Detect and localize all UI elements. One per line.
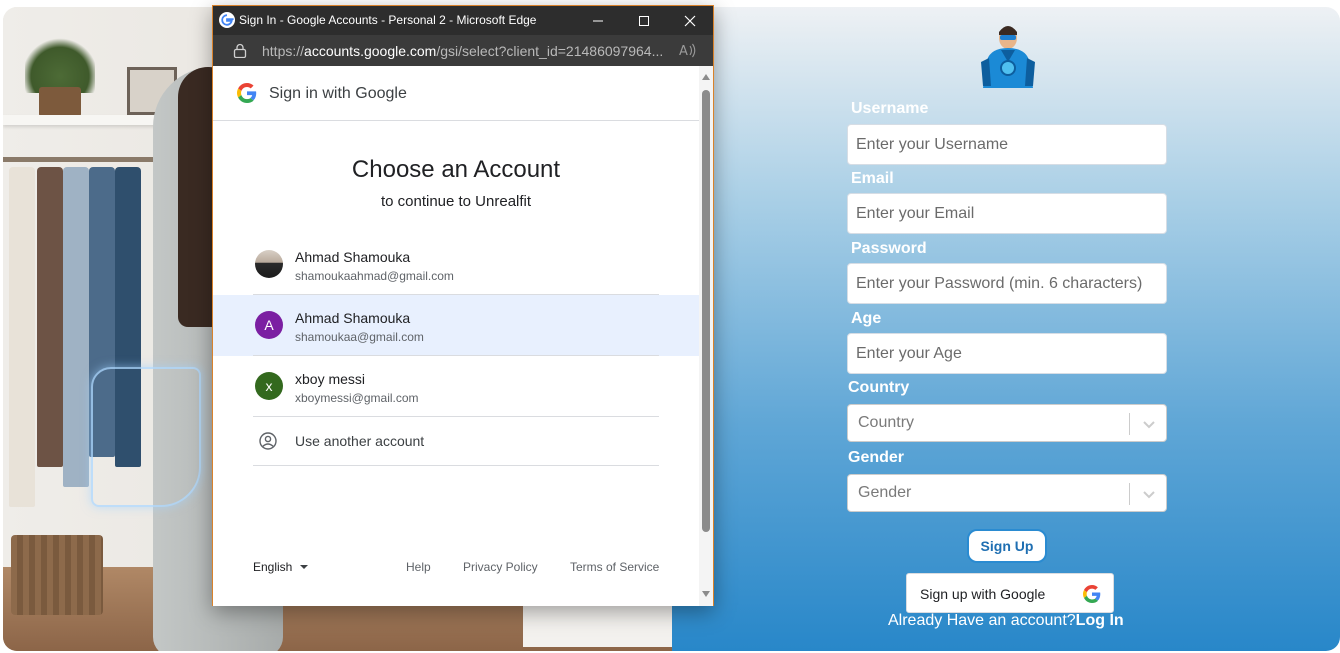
google-g-icon [237,83,257,103]
email-label: Email [851,170,894,187]
scrollbar-thumb[interactable] [702,90,710,532]
scroll-up-arrow-icon[interactable] [702,74,710,80]
account-name: Ahmad Shamouka [295,249,411,265]
close-icon [684,15,696,26]
age-input[interactable] [847,333,1167,374]
svg-text:A: A [679,44,688,59]
url-host: accounts.google.com [304,43,437,59]
country-label: Country [848,379,910,396]
password-label: Password [851,240,927,257]
gsi-header-title: Sign in with Google [269,85,407,102]
privacy-policy-link[interactable]: Privacy Policy [463,560,538,574]
avatar: A [255,311,283,339]
sign-up-with-google-button[interactable]: Sign up with Google [906,573,1114,613]
language-selector[interactable]: English [253,560,309,574]
help-link[interactable]: Help [406,560,431,574]
gender-select-value: Gender [858,484,912,501]
minimize-button[interactable] [575,6,621,35]
account-item[interactable]: Ahmad Shamouka shamoukaahmad@gmail.com [213,234,699,295]
avatar: x [255,372,283,400]
google-button-label: Sign up with Google [920,586,1046,602]
lock-icon[interactable] [233,43,247,58]
account-email: shamoukaa@gmail.com [295,330,424,344]
caret-down-icon [300,565,309,569]
google-g-icon [1083,585,1101,603]
window-title: Sign In - Google Accounts - Personal 2 -… [239,13,537,27]
url-path: /gsi/select?client_id=21486097964... [436,43,664,59]
account-name: xboy messi [295,371,366,387]
account-email: shamoukaahmad@gmail.com [295,269,454,283]
photo-plant [25,37,95,93]
select-separator [1129,483,1130,505]
chevron-down-icon[interactable] [1141,416,1157,432]
photo-garment [63,167,89,487]
address-url[interactable]: https://accounts.google.com/gsi/select?c… [262,43,663,59]
gender-label: Gender [848,449,905,466]
chevron-down-icon[interactable] [1141,486,1157,502]
divider [253,465,659,466]
avatar [255,250,283,278]
window-titlebar[interactable]: Sign In - Google Accounts - Personal 2 -… [213,6,713,35]
account-item[interactable]: x xboy messi xboymessi@gmail.com [213,356,699,417]
photo-hologram-overlay [91,367,201,507]
use-another-account-item[interactable]: Use another account [213,416,699,466]
account-email: xboymessi@gmail.com [295,391,419,405]
minimize-icon [593,20,603,21]
terms-of-service-link[interactable]: Terms of Service [570,560,659,574]
username-label: Username [851,100,929,117]
gsi-header: Sign in with Google [213,66,699,121]
password-input[interactable] [847,263,1167,304]
account-item[interactable]: A Ahmad Shamouka shamoukaa@gmail.com [213,295,699,356]
account-circle-icon [259,432,277,450]
gsi-content: Sign in with Google Choose an Account to… [213,66,699,606]
address-bar: https://accounts.google.com/gsi/select?c… [213,35,713,66]
language-value: English [253,560,293,574]
have-account-text: Already Have an account? [888,612,1076,629]
gsi-footer: English Help Privacy Policy Terms of Ser… [213,560,699,584]
url-prefix: https:// [262,43,305,59]
page-subtitle: to continue to Unrealfit [380,193,532,210]
email-input[interactable] [847,193,1167,234]
select-separator [1129,413,1130,435]
sign-up-button[interactable]: Sign Up [967,529,1047,563]
page-title: Choose an Account [351,156,561,183]
login-prompt: Already Have an account?Log In [888,612,1124,630]
country-select[interactable]: Country [847,404,1167,442]
maximize-icon [639,15,649,26]
google-signin-popup-window: Sign In - Google Accounts - Personal 2 -… [212,5,714,606]
username-input[interactable] [847,124,1167,165]
read-aloud-icon[interactable]: A [679,42,697,59]
country-select-value: Country [858,414,915,431]
log-in-link[interactable]: Log In [1076,612,1124,629]
page: Username Email Password Age Country Coun… [0,0,1340,653]
scrollbar[interactable] [699,66,713,606]
account-name: Ahmad Shamouka [295,310,411,326]
photo-basket [11,535,103,615]
gender-select[interactable]: Gender [847,474,1167,512]
close-button[interactable] [667,6,713,35]
maximize-button[interactable] [621,6,667,35]
photo-garment [37,167,63,467]
superhero-logo-icon [981,26,1035,88]
photo-garment [9,167,35,507]
scroll-down-arrow-icon[interactable] [702,591,710,597]
use-another-account-label: Use another account [295,433,425,449]
photo-plant-pot [39,87,81,117]
google-favicon-icon [219,12,235,28]
age-label: Age [851,310,882,327]
